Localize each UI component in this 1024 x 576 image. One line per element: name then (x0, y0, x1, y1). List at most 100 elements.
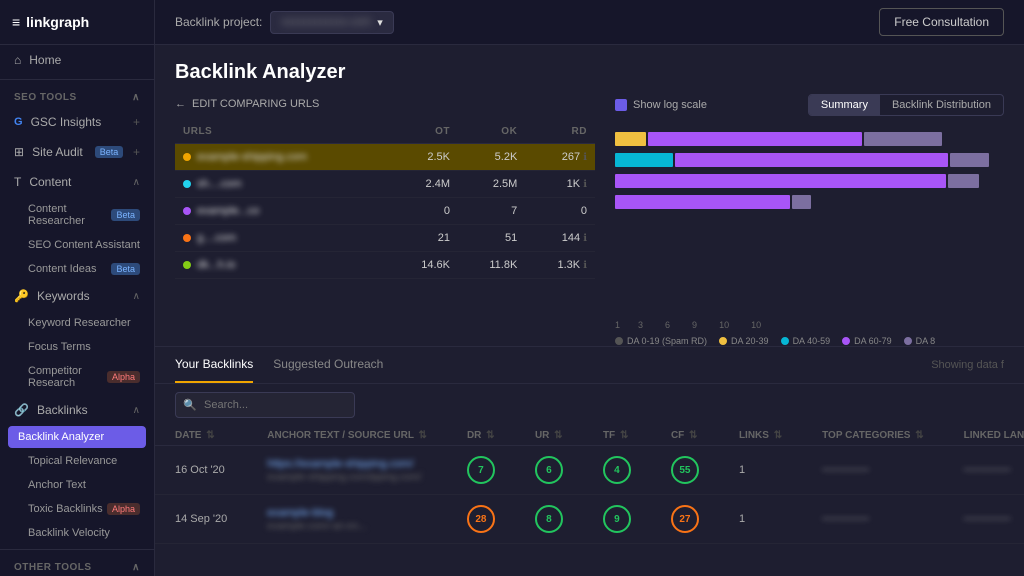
tab-your-backlinks[interactable]: Your Backlinks (175, 347, 253, 383)
legend-label: DA 20-39 (731, 336, 769, 346)
bar-row (615, 130, 1004, 148)
sidebar-item-focus-terms[interactable]: Focus Terms (0, 335, 154, 359)
url-cell-text: dk...h.io (197, 259, 236, 271)
plus-icon[interactable]: + (133, 115, 140, 129)
info-icon[interactable]: ℹ (583, 233, 587, 244)
info-icon[interactable]: ℹ (583, 179, 587, 190)
sidebar-item-topical-relevance[interactable]: Topical Relevance (0, 449, 154, 473)
url-main[interactable]: example-blog (267, 507, 427, 519)
ok-value: 5.2K (458, 144, 525, 171)
page-title: Backlink Analyzer (175, 61, 1004, 84)
sidebar-item-content-ideas[interactable]: Content Ideas Beta (0, 257, 154, 281)
ur-badge: 6 (535, 456, 563, 484)
logo-text: linkgraph (26, 14, 89, 30)
url-table-row[interactable]: example...co 0 7 0 (175, 198, 595, 225)
sidebar-item-site-audit[interactable]: ⊞ Site Audit Beta + (0, 137, 154, 167)
url-table-row[interactable]: sh....com 2.4M 2.5M 1K ℹ (175, 171, 595, 198)
legend-label: DA 40-59 (793, 336, 831, 346)
sidebar-item-backlink-analyzer[interactable]: Backlink Analyzer (8, 426, 146, 448)
chart-tab-backlink-distribution[interactable]: Backlink Distribution (880, 95, 1003, 115)
legend-dot (719, 337, 727, 345)
project-selector[interactable]: xxxxxxxxxxxx.com ▾ (270, 11, 393, 34)
content-area: Backlink Analyzer ← EDIT COMPARING URLS … (155, 45, 1024, 576)
topbar-left: Backlink project: xxxxxxxxxxxx.com ▾ (175, 11, 394, 34)
table-col-header[interactable]: TOP CATEGORIES ⇅ (802, 426, 944, 446)
url-table-row[interactable]: dk...h.io 14.6K 11.8K 1.3K ℹ (175, 252, 595, 279)
date-cell: 14 Sep '20 (155, 495, 247, 544)
table-col-header[interactable]: CF ⇅ (651, 426, 719, 446)
sort-icon: ⇅ (915, 430, 923, 441)
legend-label: DA 60-79 (854, 336, 892, 346)
project-label: Backlink project: (175, 15, 262, 29)
edit-icon: ← (175, 98, 186, 110)
sidebar-item-anchor-text[interactable]: Anchor Text (0, 473, 154, 497)
url-dot (183, 207, 191, 215)
sidebar-item-gsc-insights[interactable]: G GSC Insights + (0, 107, 154, 137)
info-icon[interactable]: ℹ (583, 152, 587, 163)
info-icon[interactable]: ℹ (583, 260, 587, 271)
url-main[interactable]: https://example-shipping.com/ (267, 458, 427, 470)
bar-row (615, 151, 1004, 169)
table-col-header[interactable]: LINKS ⇅ (719, 426, 802, 446)
ot-value: 2.4M (389, 171, 458, 198)
ok-value: 7 (458, 198, 525, 225)
sidebar-item-backlink-velocity[interactable]: Backlink Velocity (0, 521, 154, 545)
rd-value: 1.3K ℹ (525, 252, 595, 279)
search-input[interactable] (175, 392, 355, 418)
landing-cell: ────── (944, 495, 1024, 544)
ot-value: 14.6K (389, 252, 458, 279)
bar-segment (948, 174, 979, 188)
alpha-badge: Alpha (107, 503, 140, 515)
sidebar-item-keyword-researcher[interactable]: Keyword Researcher (0, 311, 154, 335)
table-row[interactable]: 14 Sep '20 example-blog example.com/-an-… (155, 495, 1024, 544)
edit-comparing-button[interactable]: ← EDIT COMPARING URLS (175, 94, 595, 120)
sidebar-item-content[interactable]: T Content ∧ (0, 167, 154, 197)
url-cell-text: example...co (197, 205, 259, 217)
plus-icon[interactable]: + (133, 145, 140, 159)
sort-icon: ⇅ (689, 430, 697, 441)
table-col-header[interactable]: TF ⇅ (583, 426, 651, 446)
dropdown-icon: ▾ (377, 16, 383, 29)
bar-segment (615, 195, 790, 209)
url-table-row[interactable]: g....com 21 51 144 ℹ (175, 225, 595, 252)
url-source-cell: example-blog example.com/-an-en... (247, 495, 447, 544)
rd-value: 144 ℹ (525, 225, 595, 252)
sidebar-item-toxic-backlinks[interactable]: Toxic Backlinks Alpha (0, 497, 154, 521)
legend-dot (842, 337, 850, 345)
analyzer-section: ← EDIT COMPARING URLS URLS OT OK RD exa (155, 94, 1024, 346)
sort-icon: ⇅ (206, 430, 214, 441)
table-col-header[interactable]: DATE ⇅ (155, 426, 247, 446)
bar-segment (675, 153, 947, 167)
ok-value: 51 (458, 225, 525, 252)
col-ot: OT (389, 120, 458, 144)
sort-icon: ⇅ (620, 430, 628, 441)
dr-cell: 28 (447, 495, 515, 544)
ur-cell: 6 (515, 446, 583, 495)
log-scale-checkbox[interactable] (615, 99, 627, 111)
table-row[interactable]: 16 Oct '20 https://example-shipping.com/… (155, 446, 1024, 495)
table-col-header[interactable]: LINKED LANDIN ⇅ (944, 426, 1024, 446)
free-consultation-button[interactable]: Free Consultation (879, 8, 1004, 36)
url-table-row[interactable]: example-shipping.com 2.5K 5.2K 267 ℹ (175, 144, 595, 171)
rd-value: 267 ℹ (525, 144, 595, 171)
table-col-header[interactable]: DR ⇅ (447, 426, 515, 446)
bar-segment (864, 132, 942, 146)
sidebar-item-competitor-research[interactable]: Competitor Research Alpha (0, 359, 154, 395)
table-col-header[interactable]: ANCHOR TEXT / SOURCE URL ⇅ (247, 426, 447, 446)
sidebar-item-seo-content-assistant[interactable]: SEO Content Assistant (0, 233, 154, 257)
log-scale-toggle[interactable]: Show log scale (615, 99, 707, 111)
col-ok: OK (458, 120, 525, 144)
table-col-header[interactable]: UR ⇅ (515, 426, 583, 446)
sidebar-item-home[interactable]: ⌂ Home (0, 45, 154, 75)
search-icon: 🔍 (183, 399, 197, 412)
tab-suggested-outreach[interactable]: Suggested Outreach (273, 347, 383, 383)
sort-icon: ⇅ (554, 430, 562, 441)
dr-badge: 7 (467, 456, 495, 484)
chart-x-axis: 1 3 6 9 10 10 (615, 314, 1004, 330)
sidebar-item-backlinks[interactable]: 🔗 Backlinks ∧ (0, 395, 154, 425)
sidebar-item-content-researcher[interactable]: Content Researcher Beta (0, 197, 154, 233)
logo[interactable]: ≡ linkgraph (0, 0, 154, 45)
sidebar-item-keywords[interactable]: 🔑 Keywords ∧ (0, 281, 154, 311)
chart-tab-summary[interactable]: Summary (809, 95, 880, 115)
chart-tabs: Summary Backlink Distribution (808, 94, 1004, 116)
